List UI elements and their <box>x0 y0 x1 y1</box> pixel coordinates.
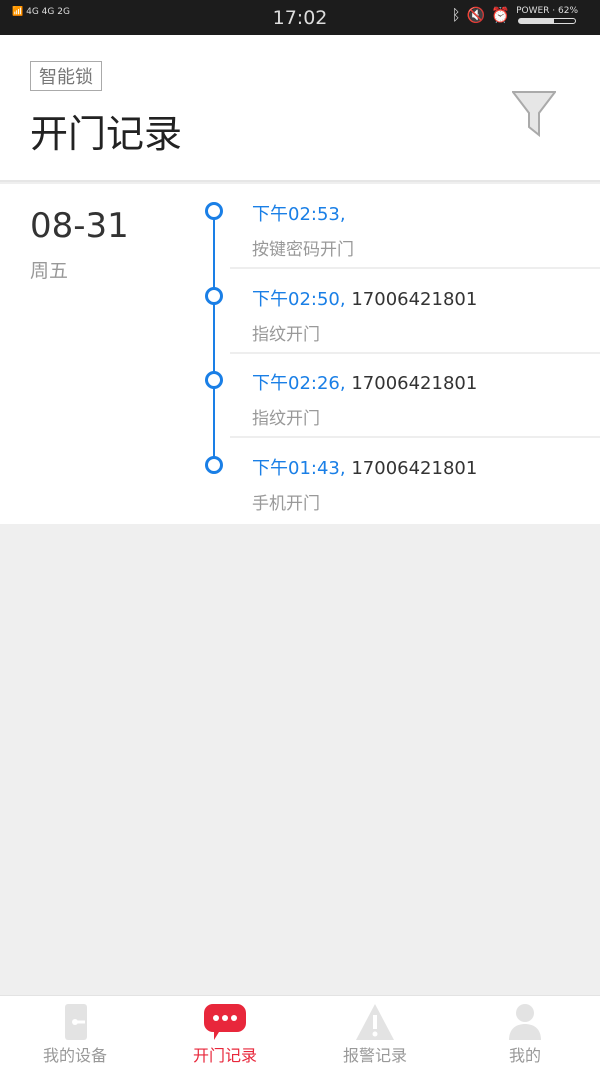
record-method: 指纹开门 <box>252 325 320 345</box>
tab-label: 我的设备 <box>42 1046 107 1065</box>
record-phone: 17006421801 <box>351 289 478 310</box>
timeline-dot <box>205 287 223 305</box>
alarm-icon: ⏰ <box>491 6 511 24</box>
record-phone: 17006421801 <box>351 458 478 479</box>
record-method: 手机开门 <box>252 494 320 514</box>
battery-label: POWER · 62% <box>516 6 578 16</box>
timeline-dot <box>205 202 223 220</box>
tab-unlock-records[interactable]: 开门记录 <box>150 996 300 1067</box>
timeline-dot <box>205 371 223 389</box>
tab-mine[interactable]: 我的 <box>450 996 600 1067</box>
tab-label: 我的 <box>508 1046 541 1065</box>
tab-label: 报警记录 <box>342 1046 407 1065</box>
record-method: 按键密码开门 <box>252 240 354 260</box>
record-time: 下午02:53, <box>252 204 346 225</box>
status-bar: 📶 4G 4G 2G 17:02 ᛒ 🔇 ⏰ POWER · 62% <box>0 0 600 35</box>
record-phone: 17006421801 <box>351 373 478 394</box>
door-icon <box>65 1004 87 1040</box>
record-time: 下午02:26, <box>252 373 346 394</box>
record-method: 指纹开门 <box>252 409 320 429</box>
tab-alarm-records[interactable]: 报警记录 <box>300 996 450 1067</box>
record-list: 08-31 周五 下午02:53, 按键密码开门 下午02:50, 170064… <box>0 184 600 524</box>
record-time: 下午02:50, <box>252 289 346 310</box>
record-item[interactable]: 下午02:50, 17006421801 指纹开门 <box>0 269 600 354</box>
header: 智能锁 开门记录 <box>0 35 600 182</box>
battery-fill <box>519 19 554 23</box>
bluetooth-icon: ᛒ <box>451 6 461 24</box>
warning-icon <box>356 1004 394 1040</box>
person-icon <box>509 1004 541 1040</box>
filter-icon[interactable] <box>512 91 556 137</box>
record-item[interactable]: 下午01:43, 17006421801 手机开门 <box>0 438 600 523</box>
timeline-dot <box>205 456 223 474</box>
tab-my-devices[interactable]: 我的设备 <box>0 996 150 1067</box>
page-title: 开门记录 <box>30 112 183 156</box>
tab-label: 开门记录 <box>192 1046 257 1065</box>
record-item[interactable]: 下午02:53, 按键密码开门 <box>0 184 600 269</box>
mute-icon: 🔇 <box>466 6 486 24</box>
battery: POWER · 62% <box>516 6 578 24</box>
device-tag: 智能锁 <box>30 61 102 91</box>
record-item[interactable]: 下午02:26, 17006421801 指纹开门 <box>0 353 600 438</box>
record-time: 下午01:43, <box>252 458 346 479</box>
tab-bar: 我的设备 开门记录 报警记录 我的 <box>0 995 600 1067</box>
chat-icon <box>204 1004 246 1040</box>
